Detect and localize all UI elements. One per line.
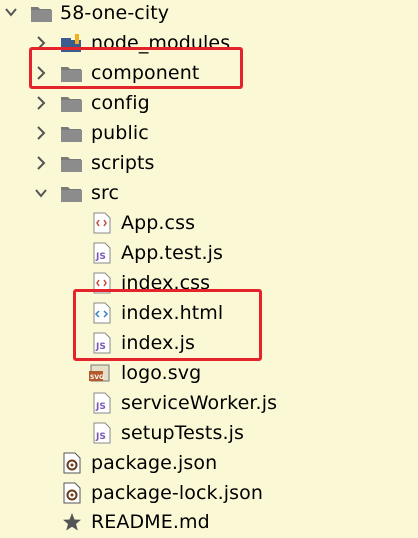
chevron-right-icon[interactable]: [35, 124, 47, 142]
tree-item-label: App.test.js: [121, 242, 223, 264]
tree-item-index-html[interactable]: index.html: [0, 298, 418, 328]
chevron-down-icon[interactable]: [5, 4, 17, 22]
js-file-icon: JS: [92, 332, 114, 354]
tree-item-label: scripts: [91, 152, 155, 174]
tree-item-label: config: [91, 92, 150, 114]
tree-item-readme-md[interactable]: README.md: [0, 507, 418, 537]
tree-item-label: index.html: [121, 302, 224, 324]
folder-icon: [60, 182, 82, 204]
tree-item-label: serviceWorker.js: [121, 392, 278, 414]
tree-item-label: package-lock.json: [91, 482, 264, 504]
tree-item-index-js[interactable]: JS index.js: [0, 328, 418, 358]
tree-item-label: index.css: [121, 272, 211, 294]
folder-icon: [60, 92, 82, 114]
svg-text:JS: JS: [95, 402, 106, 412]
tree-item-label: README.md: [91, 511, 210, 533]
tree-item-package-json[interactable]: package.json: [0, 448, 418, 478]
tree-item-package-lock-json[interactable]: package-lock.json: [0, 478, 418, 508]
tree-item-label: index.js: [121, 332, 195, 354]
tree-item-label: src: [91, 182, 120, 204]
svg-text:SVG: SVG: [90, 374, 104, 381]
tree-item-label: package.json: [91, 452, 218, 474]
svg-text:JS: JS: [95, 342, 106, 352]
library-folder-icon: [60, 32, 82, 54]
folder-icon: [60, 62, 82, 84]
chevron-right-icon[interactable]: [35, 64, 47, 82]
svg-file-icon: SVG: [89, 362, 111, 384]
tree-item-component[interactable]: component: [0, 58, 418, 88]
svg-text:JS: JS: [95, 252, 106, 262]
html-file-icon: [92, 302, 114, 324]
markdown-star-icon: [62, 511, 84, 533]
json-file-icon: [62, 452, 84, 474]
tree-item-label: public: [91, 122, 149, 144]
chevron-right-icon[interactable]: [35, 154, 47, 172]
svg-text:JS: JS: [95, 432, 106, 442]
css-file-icon: [92, 212, 114, 234]
project-explorer-tree: 58-one-city node_modules component confi…: [0, 0, 418, 535]
chevron-down-icon[interactable]: [35, 184, 47, 202]
tree-item-setuptests-js[interactable]: JS setupTests.js: [0, 418, 418, 448]
tree-item-app-test-js[interactable]: JS App.test.js: [0, 238, 418, 268]
tree-item-logo-svg[interactable]: SVG logo.svg: [0, 358, 418, 388]
tree-item-label: logo.svg: [121, 362, 202, 384]
tree-item-app-css[interactable]: App.css: [0, 208, 418, 238]
chevron-right-icon[interactable]: [35, 34, 47, 52]
tree-item-58-one-city[interactable]: 58-one-city: [0, 0, 418, 28]
folder-icon: [30, 2, 52, 24]
chevron-right-icon[interactable]: [35, 94, 47, 112]
js-file-icon: JS: [92, 242, 114, 264]
css-file-icon: [92, 272, 114, 294]
js-file-icon: JS: [92, 392, 114, 414]
tree-item-label: App.css: [121, 212, 196, 234]
tree-item-label: setupTests.js: [121, 422, 244, 444]
tree-item-label: component: [91, 62, 200, 84]
json-file-icon: [62, 482, 84, 504]
tree-item-label: 58-one-city: [60, 2, 170, 24]
folder-icon: [60, 122, 82, 144]
tree-item-config[interactable]: config: [0, 88, 418, 118]
tree-item-node-modules[interactable]: node_modules: [0, 28, 418, 58]
folder-icon: [60, 152, 82, 174]
tree-item-src[interactable]: src: [0, 178, 418, 208]
tree-item-serviceworker-js[interactable]: JS serviceWorker.js: [0, 388, 418, 418]
js-file-icon: JS: [92, 422, 114, 444]
tree-item-index-css[interactable]: index.css: [0, 268, 418, 298]
tree-item-label: node_modules: [91, 32, 231, 54]
tree-item-public[interactable]: public: [0, 118, 418, 148]
tree-item-scripts[interactable]: scripts: [0, 148, 418, 178]
